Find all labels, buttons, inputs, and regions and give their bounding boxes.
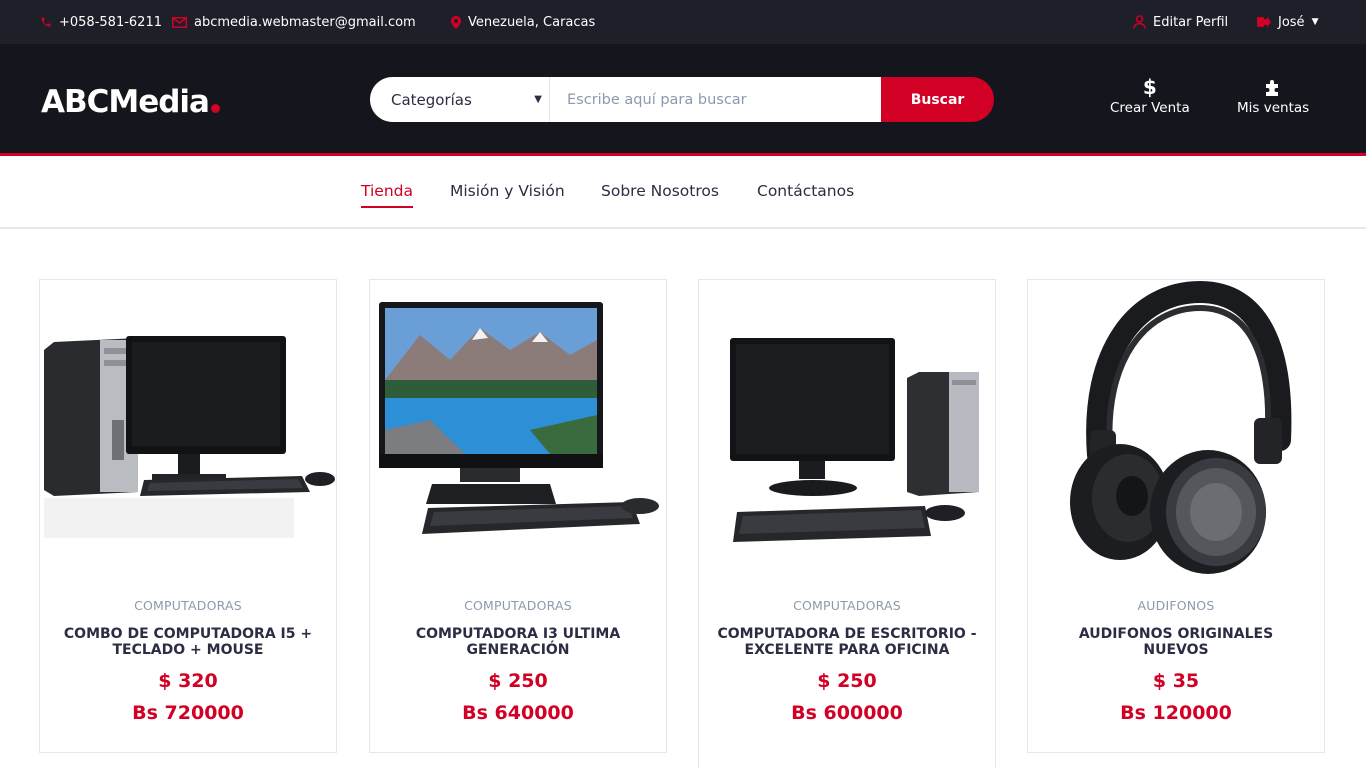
puzzle-icon [1263,76,1283,98]
product-price-usd: $ 320 [158,670,218,692]
logo-text: ABCMedia [41,84,210,120]
product-name[interactable]: COMPUTADORA DE ESCRITORIO - EXCELENTE PA… [716,626,978,658]
create-sale-label: Crear Venta [1110,100,1190,116]
search-input[interactable] [550,77,881,122]
phone-number: +058-581-6211 [59,14,162,30]
category-select-label: Categorías [391,90,472,109]
logo-dot [210,104,220,113]
user-name: José [1278,14,1305,30]
product-card[interactable]: COMPUTADORAS COMPUTADORA I3 ULTIMA GENER… [369,279,667,753]
edit-profile-link[interactable]: Editar Perfil [1133,0,1228,44]
product-image-headphones[interactable] [1028,280,1324,580]
logo[interactable]: ABCMedia [41,82,220,122]
user-menu-dropdown[interactable]: José ▼ [1257,0,1318,44]
product-card[interactable]: AUDIFONOS AUDIFONOS ORIGINALES NUEVOS $ … [1027,279,1325,753]
product-name[interactable]: AUDIFONOS ORIGINALES NUEVOS [1045,626,1307,658]
my-sales-button[interactable]: Mis ventas [1237,76,1309,116]
search-bar: Categorías ▼ Buscar [370,77,994,122]
sign-out-icon [1257,16,1271,28]
product-price-usd: $ 35 [1152,670,1200,692]
user-icon [1133,15,1146,29]
nav-item-mision-vision[interactable]: Misión y Visión [450,182,565,200]
product-price-bs: Bs 720000 [132,702,244,724]
product-price-usd: $ 250 [488,670,548,692]
create-sale-button[interactable]: $ Crear Venta [1110,76,1190,116]
product-card[interactable]: COMPUTADORAS COMBO DE COMPUTADORA I5 + T… [39,279,337,753]
product-image-all-in-one[interactable] [370,280,666,580]
email-address: abcmedia.webmaster@gmail.com [194,14,416,30]
product-image-desktop-combo[interactable] [40,280,336,580]
nav-item-tienda[interactable]: Tienda [361,182,413,208]
product-price-usd: $ 250 [817,670,877,692]
nav-item-sobre-nosotros[interactable]: Sobre Nosotros [601,182,719,200]
main-navigation: Tienda Misión y Visión Sobre Nosotros Co… [0,159,1366,229]
product-category: COMPUTADORAS [464,598,572,613]
product-price-bs: Bs 120000 [1120,702,1232,724]
caret-down-icon: ▼ [1311,17,1319,27]
edit-profile-label: Editar Perfil [1153,14,1229,30]
mail-icon [172,16,187,28]
main-header: ABCMedia Categorías ▼ Buscar $ Crear Ven… [0,44,1366,156]
product-name[interactable]: COMPUTADORA I3 ULTIMA GENERACIÓN [387,626,649,658]
top-info-bar: +058-581-6211 abcmedia.webmaster@gmail.c… [0,0,1366,44]
product-category: AUDIFONOS [1137,598,1215,613]
caret-down-icon: ▼ [534,94,542,105]
nav-item-contactanos[interactable]: Contáctanos [757,182,854,200]
product-card[interactable]: COMPUTADORAS COMPUTADORA DE ESCRITORIO -… [698,279,996,768]
product-category: COMPUTADORAS [793,598,901,613]
location-contact: Venezuela, Caracas [451,0,595,44]
email-contact[interactable]: abcmedia.webmaster@gmail.com [172,0,416,44]
product-price-bs: Bs 640000 [462,702,574,724]
product-image-office-desktop[interactable] [699,280,995,580]
product-category: COMPUTADORAS [134,598,242,613]
dollar-icon: $ [1142,75,1157,99]
phone-icon [40,16,52,28]
category-select[interactable]: Categorías ▼ [370,77,550,122]
product-price-bs: Bs 600000 [791,702,903,724]
search-button[interactable]: Buscar [881,77,994,122]
product-name[interactable]: COMBO DE COMPUTADORA I5 + TECLADO + MOUS… [57,626,319,658]
map-marker-icon [451,15,461,29]
my-sales-label: Mis ventas [1237,100,1310,116]
location-text: Venezuela, Caracas [468,14,596,30]
phone-contact[interactable]: +058-581-6211 [40,0,162,44]
